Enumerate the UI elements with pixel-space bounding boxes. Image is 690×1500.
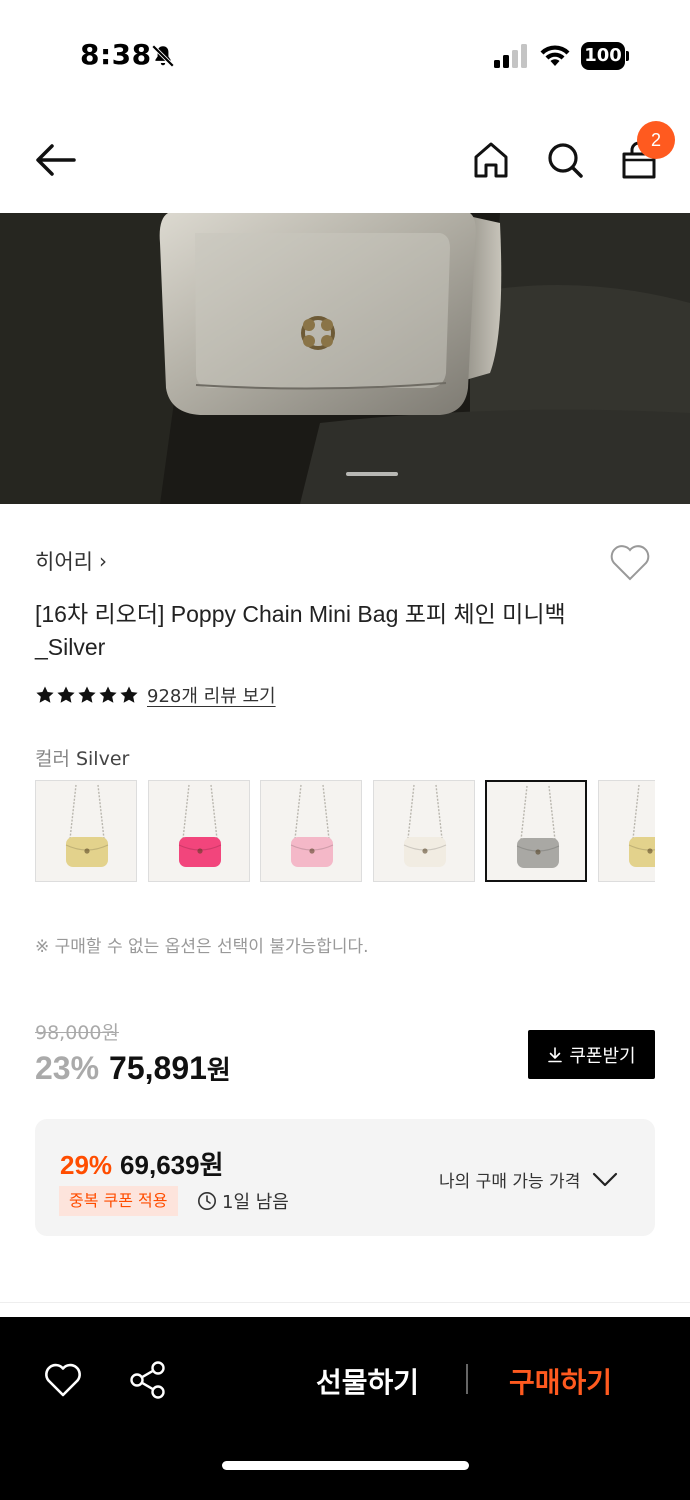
star-icon	[36, 686, 54, 703]
status-bar: 8:38 100	[0, 0, 690, 110]
best-price-card[interactable]: 29% 69,639원 중복 쿠폰 적용 1일 남음 나의 구매 가능 가격	[35, 1119, 655, 1236]
status-time: 8:38	[80, 38, 152, 71]
bag-thumbnail	[403, 784, 446, 867]
star-icon	[120, 686, 138, 703]
coupon-timer: 1일 남음	[197, 1188, 289, 1214]
bag-thumbnail	[628, 784, 655, 867]
review-link[interactable]: 928개 리뷰 보기	[147, 682, 276, 708]
home-icon[interactable]	[472, 140, 510, 180]
price-row: 23% 75,891원	[35, 1050, 231, 1087]
search-icon[interactable]	[546, 140, 584, 180]
original-price: 98,000원	[35, 1022, 119, 1044]
color-swatch[interactable]	[597, 780, 655, 882]
color-swatch[interactable]	[260, 780, 362, 882]
section-divider	[0, 1302, 690, 1303]
bag-thumbnail	[65, 784, 109, 867]
brand-link[interactable]: 히어리 ›	[35, 546, 107, 576]
color-swatch[interactable]	[372, 780, 475, 882]
wishlist-heart-icon[interactable]	[44, 1362, 82, 1398]
bag-thumbnail	[290, 784, 334, 867]
chevron-down-icon	[593, 1172, 618, 1186]
color-swatch[interactable]	[147, 780, 250, 882]
share-icon[interactable]	[129, 1360, 167, 1400]
bag-thumbnail	[516, 785, 560, 868]
clock-icon	[198, 1192, 216, 1210]
coupon-button-label: 쿠폰받기	[569, 1045, 636, 1067]
product-photo	[0, 213, 690, 504]
my-price-toggle[interactable]: 나의 구매 가능 가격	[439, 1167, 618, 1192]
sale-price-unit: 원	[206, 1055, 231, 1085]
color-label: 컬러	[35, 748, 70, 770]
option-note: ※ 구매할 수 없는 옵션은 선택이 불가능합니다.	[35, 937, 369, 957]
coupon-download-button[interactable]: 쿠폰받기	[528, 1030, 655, 1079]
back-arrow-icon[interactable]	[34, 141, 78, 179]
my-price-label: 나의 구매 가능 가격	[439, 1172, 581, 1192]
chevron-right-icon: ›	[98, 549, 107, 573]
button-separator	[466, 1364, 468, 1394]
best-discount-rate: 29%	[60, 1150, 113, 1180]
stacked-coupon-badge: 중복 쿠폰 적용	[59, 1186, 178, 1216]
rating-row: 928개 리뷰 보기	[35, 682, 276, 708]
bottom-action-bar: 선물하기 구매하기	[0, 1317, 690, 1500]
product-title: [16차 리오더] Poppy Chain Mini Bag 포피 체인 미니백…	[35, 601, 566, 660]
color-option-label: 컬러 Silver	[35, 744, 129, 771]
best-price-row: 29% 69,639원	[60, 1145, 224, 1182]
star-icon	[57, 686, 75, 703]
wifi-icon	[540, 45, 570, 66]
buy-button[interactable]: 구매하기	[509, 1361, 612, 1401]
sale-price-number: 75,891	[109, 1050, 207, 1086]
discount-rate: 23%	[35, 1050, 100, 1086]
star-icon	[78, 686, 96, 703]
color-swatch[interactable]	[485, 780, 587, 882]
color-swatch[interactable]	[35, 780, 137, 882]
color-value: Silver	[75, 748, 130, 770]
signal-icon	[494, 44, 527, 68]
star-rating	[35, 685, 139, 705]
app-header: 2	[0, 110, 690, 213]
sale-price: 75,891원	[109, 1050, 231, 1087]
brand-name: 히어리	[35, 550, 93, 574]
battery-level: 100	[581, 42, 625, 70]
star-icon	[99, 686, 117, 703]
product-image-carousel[interactable]	[0, 213, 690, 504]
remaining-time: 1일 남음	[222, 1192, 289, 1213]
gift-button[interactable]: 선물하기	[316, 1361, 419, 1401]
bag-thumbnail	[178, 784, 221, 867]
color-swatch-list	[35, 780, 655, 884]
home-indicator[interactable]	[222, 1461, 469, 1470]
download-icon	[548, 1046, 563, 1062]
best-price: 69,639원	[120, 1150, 224, 1180]
heart-icon[interactable]	[608, 542, 652, 582]
battery-icon: 100	[581, 42, 629, 70]
bell-off-icon	[151, 44, 175, 68]
carousel-indicator	[346, 472, 398, 476]
cart-count-badge[interactable]: 2	[637, 121, 675, 159]
